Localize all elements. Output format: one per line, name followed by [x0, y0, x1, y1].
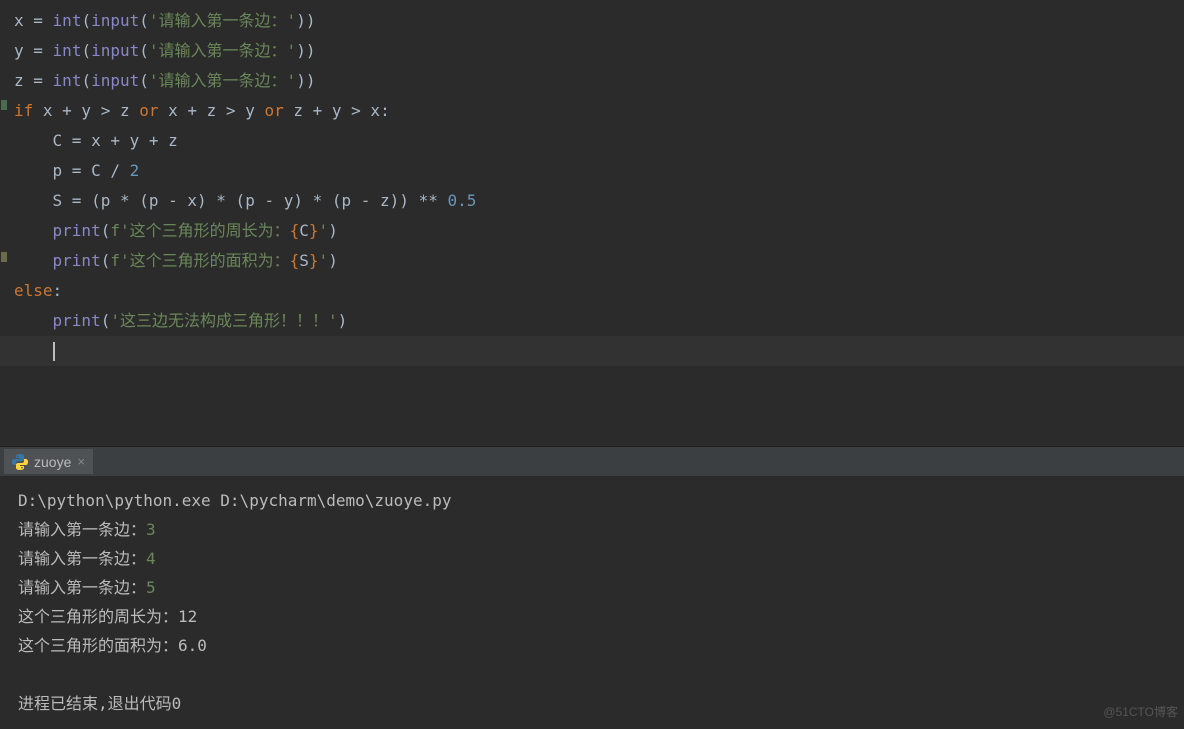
- gutter-warning-mark[interactable]: [1, 252, 7, 262]
- console-exit: 进程已结束,退出代码0: [18, 689, 1166, 718]
- console-line: 请输入第一条边：3: [18, 515, 1166, 544]
- gutter-fold-mark[interactable]: [1, 100, 7, 110]
- run-tab-label: zuoye: [34, 454, 71, 470]
- console-line: 请输入第一条边：5: [18, 573, 1166, 602]
- code-line[interactable]: if x + y > z or x + z > y or z + y > x:: [14, 96, 1184, 126]
- code-line[interactable]: y = int(input('请输入第一条边：')): [14, 36, 1184, 66]
- console-blank: [18, 660, 1166, 689]
- code-line[interactable]: C = x + y + z: [14, 126, 1184, 156]
- watermark: @51CTO博客: [1103, 698, 1178, 727]
- run-tab-bar: zuoye ×: [0, 446, 1184, 476]
- run-tab-zuoye[interactable]: zuoye ×: [4, 449, 93, 474]
- console-output: 这个三角形的面积为：6.0: [18, 631, 1166, 660]
- code-line[interactable]: p = C / 2: [14, 156, 1184, 186]
- text-caret: [53, 342, 55, 361]
- console-output: 这个三角形的周长为：12: [18, 602, 1166, 631]
- python-icon: [12, 454, 28, 470]
- console-command: D:\python\python.exe D:\pycharm\demo\zuo…: [18, 486, 1166, 515]
- code-line[interactable]: print(f'这个三角形的周长为：{C}'): [14, 216, 1184, 246]
- code-line[interactable]: S = (p * (p - x) * (p - y) * (p - z)) **…: [14, 186, 1184, 216]
- close-icon[interactable]: ×: [77, 454, 85, 469]
- code-editor[interactable]: x = int(input('请输入第一条边：')) y = int(input…: [0, 0, 1184, 446]
- code-line[interactable]: print('这三边无法构成三角形！！！'): [14, 306, 1184, 336]
- run-console[interactable]: D:\python\python.exe D:\pycharm\demo\zuo…: [0, 476, 1184, 729]
- code-line[interactable]: z = int(input('请输入第一条边：')): [14, 66, 1184, 96]
- code-line[interactable]: else:: [14, 276, 1184, 306]
- console-line: 请输入第一条边：4: [18, 544, 1166, 573]
- code-line-current[interactable]: [0, 336, 1184, 366]
- code-line[interactable]: print(f'这个三角形的面积为：{S}'): [14, 246, 1184, 276]
- code-line[interactable]: x = int(input('请输入第一条边：')): [14, 6, 1184, 36]
